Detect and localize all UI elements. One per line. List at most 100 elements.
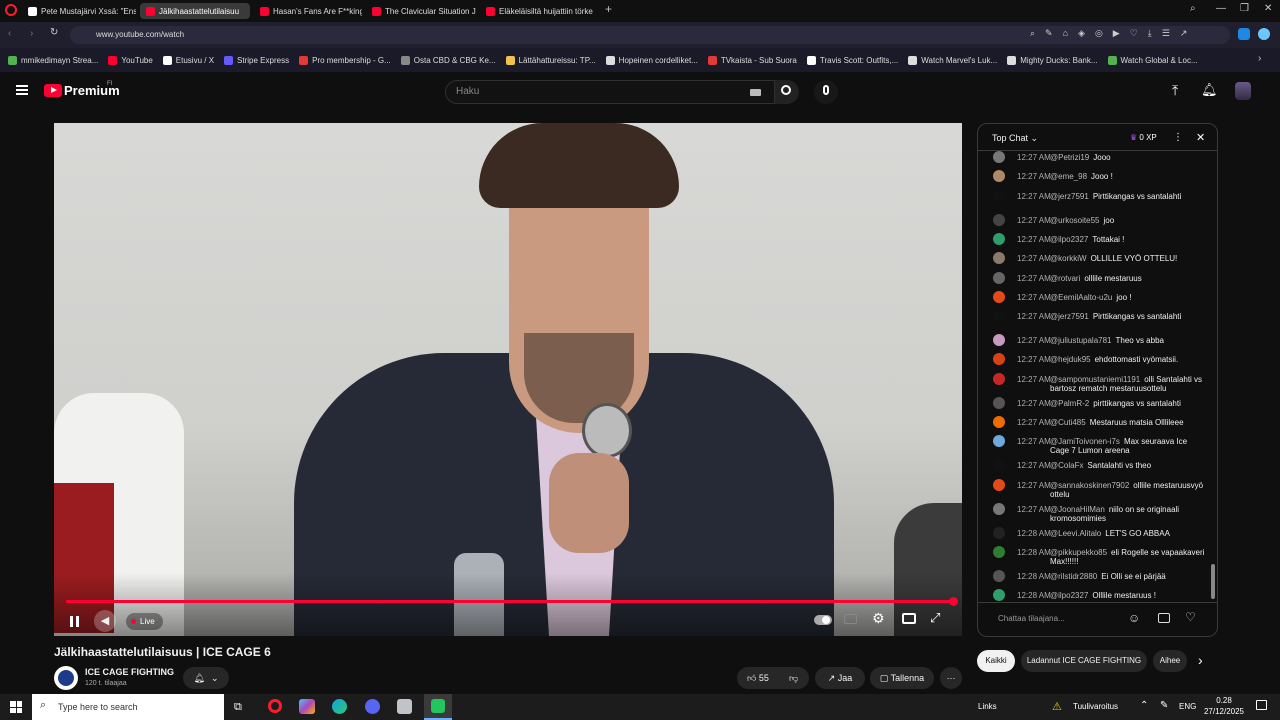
chat-more-icon[interactable]: ⋮ (1173, 132, 1183, 143)
chat-input[interactable]: Chattaa tilaajana... (998, 614, 1065, 623)
opera-taskbar-icon[interactable] (268, 699, 282, 713)
chips-next-icon[interactable]: › (1198, 652, 1203, 668)
chat-author[interactable]: @ColaFx (1050, 461, 1083, 470)
chat-avatar[interactable] (993, 252, 1005, 265)
browser-tab[interactable]: Hasan's Fans Are F**king (254, 3, 362, 19)
pen-icon[interactable]: ✎ (1160, 700, 1168, 711)
bookmark-item[interactable]: Lättähattureissu: TP... (505, 55, 596, 65)
chat-message[interactable]: 12:27 AM @EemilAalto-u2u joo ! (990, 290, 1206, 303)
weather-warning-icon[interactable]: ⚠ (1052, 700, 1062, 713)
search-button[interactable] (775, 80, 799, 104)
windows-start-icon[interactable] (10, 701, 22, 713)
browser-tab[interactable]: Jälkihaastattelutilaisuu (140, 3, 250, 19)
miniplayer-icon[interactable] (902, 613, 916, 624)
chip-uploaded-by[interactable]: Ladannut ICE CAGE FIGHTING (1021, 650, 1147, 672)
chat-avatar[interactable] (993, 189, 1005, 202)
forward-icon[interactable]: › (30, 28, 33, 39)
browser-tab[interactable]: Eläkeläisiltä huijattiin törke (480, 3, 596, 19)
notification-center-icon[interactable] (1256, 700, 1267, 710)
chat-author[interactable]: @rotvari (1050, 274, 1080, 283)
live-badge[interactable]: Live (126, 613, 163, 630)
chat-avatar[interactable] (993, 545, 1005, 558)
chat-message[interactable]: 12:27 AM @eme_98 Jooo ! (990, 170, 1206, 183)
chat-author[interactable]: @pikkupekko85 (1050, 548, 1107, 557)
tray-overflow-icon[interactable]: ⌃ (1140, 700, 1148, 711)
bookmark-item[interactable]: Stripe Express (224, 55, 289, 65)
channel-avatar[interactable] (54, 666, 78, 690)
chat-avatar[interactable] (993, 170, 1005, 183)
like-button[interactable]: 👍︎ 55 (747, 673, 769, 683)
avatar[interactable] (1235, 82, 1251, 100)
bookmark-item[interactable]: mmikedimayn Strea... (8, 55, 98, 65)
reload-icon[interactable]: ↻ (50, 27, 58, 38)
progress-scrubber[interactable] (949, 597, 958, 606)
edge-taskbar-icon[interactable] (332, 699, 347, 714)
browser-tab[interactable]: The Clavicular Situation Ju (366, 3, 476, 19)
chat-avatar[interactable] (993, 213, 1005, 226)
chat-message[interactable]: 12:27 AM @jerz7591 Pirttikangas vs santala… (990, 310, 1206, 323)
chat-message[interactable]: 12:27 AM @JoonaHilMan niilo on se originaa… (990, 502, 1206, 523)
chip-related[interactable]: Aihee (1153, 650, 1187, 672)
chat-author[interactable]: @jerz7591 (1050, 192, 1089, 201)
chat-author[interactable]: @urkosoite55 (1050, 216, 1099, 225)
chat-message[interactable]: 12:28 AM @rilstidr2880 Ei Olli se ei pärjä… (990, 569, 1206, 582)
subscribed-button[interactable]: 🔔︎ ⌄ (183, 667, 229, 689)
profile-icon[interactable] (1258, 28, 1270, 40)
chat-avatar[interactable] (993, 589, 1005, 601)
chat-author[interactable]: @ilpo2327 (1050, 235, 1088, 244)
bookmark-item[interactable]: Hopeinen cordelliket... (605, 55, 698, 65)
chat-avatar[interactable] (993, 435, 1005, 448)
chat-message[interactable]: 12:28 AM @pikkupekko85 eli Rogelle se vapa… (990, 545, 1206, 566)
chat-avatar[interactable] (993, 290, 1005, 303)
pause-button[interactable] (66, 613, 88, 633)
chat-message[interactable]: 12:27 AM @Petrizi19 Jooo (990, 151, 1206, 163)
chat-avatar[interactable] (993, 569, 1005, 582)
close-window-icon[interactable]: ✕ (1264, 3, 1272, 14)
keyboard-icon[interactable] (750, 89, 761, 96)
settings-gear-icon[interactable]: ⚙ (872, 610, 885, 627)
chat-author[interactable]: @sampomustaniemi1191 (1050, 375, 1140, 384)
chat-avatar[interactable] (993, 526, 1005, 539)
bookmark-item[interactable]: TVkaista - Sub Suora (707, 55, 797, 65)
weather-text[interactable]: Tuulivaroitus (1073, 702, 1118, 711)
clock-time[interactable]: 0.28 (1215, 696, 1233, 705)
chat-author[interactable]: @hejduk95 (1050, 355, 1091, 364)
chat-author[interactable]: @Petrizi19 (1050, 153, 1089, 162)
super-chat-icon[interactable] (1158, 613, 1170, 623)
close-chat-icon[interactable]: ✕ (1196, 131, 1205, 144)
search-tabs-icon[interactable]: ⌕ (1190, 3, 1196, 14)
chat-author[interactable]: @ilpo2327 (1050, 591, 1088, 600)
youtube-logo-icon[interactable] (44, 84, 62, 97)
menu-icon[interactable] (16, 85, 28, 95)
more-actions-button[interactable]: ··· (940, 667, 962, 689)
chat-message[interactable]: 12:27 AM @PalmR-2 pirttikangas vs santalah… (990, 396, 1206, 409)
bookmark-item[interactable]: Mighty Ducks: Bank... (1007, 55, 1098, 65)
chat-avatar[interactable] (993, 396, 1005, 409)
search-input[interactable]: Haku (445, 80, 775, 104)
bookmark-item[interactable]: Travis Scott: Outfits,... (806, 55, 898, 65)
taskbar-search-box[interactable]: ⌕ Type here to search (32, 694, 224, 720)
chat-avatar[interactable] (993, 416, 1005, 428)
chat-message[interactable]: 12:27 AM @sannakoskinen7902 olllile mestar… (990, 478, 1206, 499)
video-player[interactable]: ◀︎ Live ⚙ ⤢ (54, 123, 962, 636)
chat-author[interactable]: @Leevi.Alitalo (1050, 529, 1101, 538)
dislike-button[interactable]: 👎︎ (789, 667, 798, 689)
chat-author[interactable]: @eme_98 (1050, 172, 1087, 181)
address-bar-actions[interactable]: ⌕✎⌂◈◎▶♡⤓☰↗ (1030, 28, 1197, 39)
share-button[interactable]: ↗ Jaa (815, 667, 865, 689)
chat-message[interactable]: 12:28 AM @ilpo2327 Olllile mestaruus ! (990, 589, 1206, 601)
app-taskbar-icon[interactable] (397, 699, 412, 714)
chat-message[interactable]: 12:27 AM @ColaFx Santalahti vs theo (990, 459, 1206, 472)
chat-message[interactable]: 12:27 AM @hejduk95 ehdottomasti vyömatsii. (990, 353, 1206, 366)
chat-message[interactable]: 12:28 AM @Leevi.Alitalo LET'S GO ABBAA (990, 526, 1206, 539)
minimize-icon[interactable]: — (1216, 3, 1226, 14)
chat-avatar[interactable] (993, 502, 1005, 515)
bookmark-item[interactable]: YouTube (108, 55, 153, 65)
opera-logo-icon[interactable] (5, 4, 17, 16)
chat-avatar[interactable] (993, 151, 1005, 163)
back-icon[interactable]: ‹ (8, 28, 11, 39)
chat-mode-dropdown[interactable]: Top Chat ⌄ (992, 133, 1038, 144)
chat-message[interactable]: 12:27 AM @jerz7591 Pirttikangas vs santala… (990, 189, 1206, 202)
bookmark-item[interactable]: Watch Marvel's Luk... (908, 55, 997, 65)
language-indicator[interactable]: ENG (1179, 702, 1196, 711)
